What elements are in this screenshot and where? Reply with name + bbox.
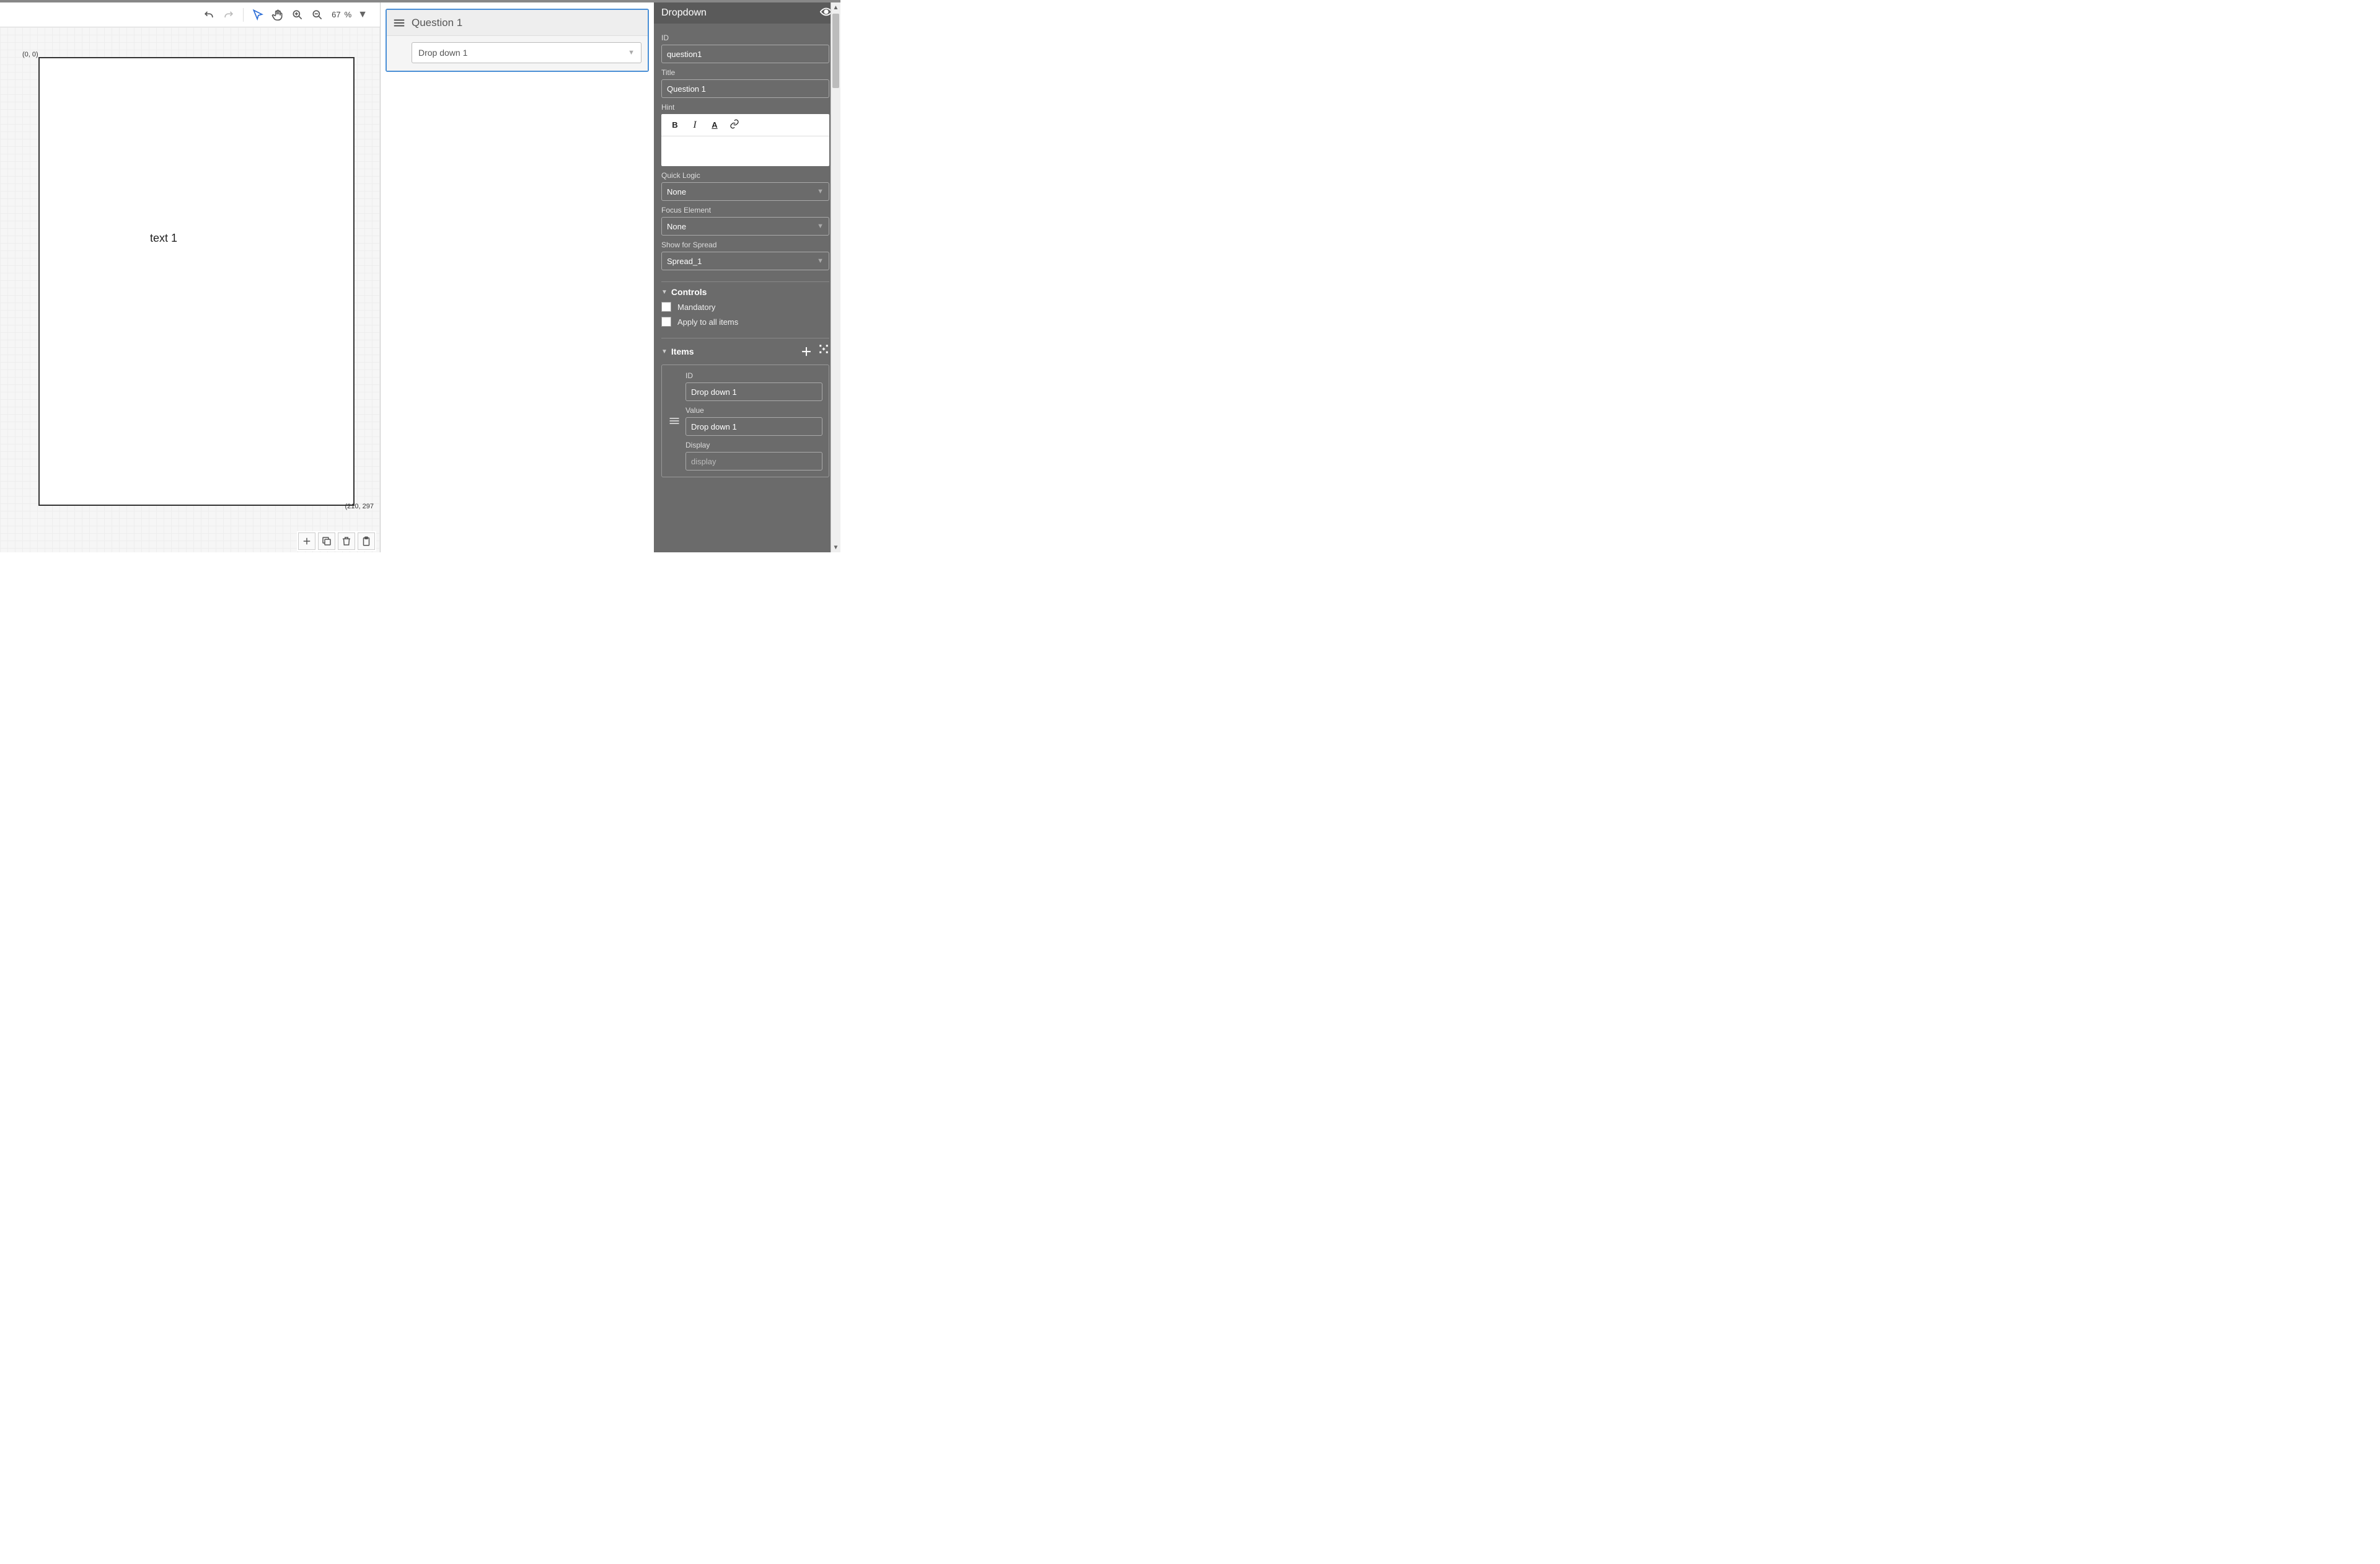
bottom-right-coord-label: (210, 297: [345, 503, 374, 510]
controls-header: Controls: [671, 287, 707, 297]
scrollbar-thumb[interactable]: [832, 14, 839, 88]
canvas-panel: 67 % ▼ (0, 0) text 1 (210, 297: [0, 2, 381, 552]
scroll-down-icon[interactable]: ▼: [831, 542, 840, 552]
bold-icon[interactable]: B: [669, 120, 681, 130]
link-icon[interactable]: [728, 119, 741, 131]
chevron-down-icon: ▼: [817, 223, 824, 230]
zoom-unit: %: [345, 10, 352, 19]
collapse-icon[interactable]: ▼: [661, 289, 668, 296]
item-card: ID Value Display: [661, 364, 829, 477]
hand-tool[interactable]: [270, 7, 286, 23]
canvas-bottom-actions: [297, 531, 376, 551]
canvas-page[interactable]: text 1: [38, 57, 355, 506]
focus-element-select[interactable]: None ▼: [661, 217, 829, 236]
italic-icon[interactable]: I: [689, 120, 701, 131]
hint-editor[interactable]: B I A: [661, 114, 829, 166]
id-label: ID: [661, 33, 829, 42]
item-display-input[interactable]: [685, 452, 822, 471]
zoom-value: 67: [332, 10, 340, 19]
hint-toolbar: B I A: [661, 114, 829, 136]
canvas-toolbar: 67 % ▼: [0, 2, 380, 27]
question-dropdown[interactable]: Drop down 1 ▼: [412, 42, 641, 63]
canvas-text-element[interactable]: text 1: [150, 232, 177, 245]
item-id-input[interactable]: [685, 382, 822, 401]
delete-page-button[interactable]: [338, 532, 355, 550]
question-list-panel: Question 1 Drop down 1 ▼: [381, 2, 654, 552]
chevron-down-icon: ▼: [817, 188, 824, 195]
question-title: Question 1: [412, 17, 462, 29]
item-value-input[interactable]: [685, 417, 822, 436]
mandatory-checkbox[interactable]: [661, 302, 671, 312]
add-multiple-items-icon[interactable]: [818, 343, 829, 360]
add-page-button[interactable]: [298, 532, 315, 550]
scroll-up-icon[interactable]: ▲: [831, 2, 840, 12]
question-header: Question 1: [387, 10, 648, 36]
controls-section: ▼ Controls Mandatory Apply to all items: [661, 281, 829, 327]
add-item-icon[interactable]: ＋: [801, 343, 812, 360]
hint-label: Hint: [661, 103, 829, 112]
properties-header: Dropdown: [654, 2, 840, 24]
items-section: ▼ Items ＋ ID: [661, 338, 829, 477]
pointer-tool[interactable]: [250, 7, 266, 23]
item-value-label: Value: [685, 406, 822, 415]
drag-handle-icon[interactable]: [387, 16, 412, 30]
font-color-icon[interactable]: A: [708, 120, 721, 130]
show-for-spread-label: Show for Spread: [661, 241, 829, 249]
quick-logic-value: None: [667, 187, 686, 197]
zoom-dropdown-caret[interactable]: ▼: [358, 9, 368, 20]
mandatory-label: Mandatory: [677, 303, 715, 312]
id-input[interactable]: [661, 45, 829, 63]
undo-button[interactable]: [201, 7, 217, 23]
question-dropdown-value: Drop down 1: [418, 48, 467, 58]
items-header: Items: [671, 347, 694, 356]
properties-panel: Dropdown ID Title Hint B I A: [654, 2, 840, 552]
title-input[interactable]: [661, 79, 829, 98]
collapse-icon[interactable]: ▼: [661, 348, 668, 355]
properties-title: Dropdown: [661, 7, 707, 19]
focus-element-value: None: [667, 222, 686, 231]
properties-scroll[interactable]: ID Title Hint B I A Quick Logic None ▼: [654, 24, 840, 552]
apply-all-label: Apply to all items: [677, 317, 738, 327]
item-drag-handle-icon[interactable]: [668, 371, 681, 471]
canvas-area[interactable]: (0, 0) text 1 (210, 297: [0, 27, 380, 552]
origin-coord-label: (0, 0): [22, 51, 38, 58]
quick-logic-label: Quick Logic: [661, 171, 829, 180]
chevron-down-icon: ▼: [817, 257, 824, 265]
question-card[interactable]: Question 1 Drop down 1 ▼: [386, 9, 649, 72]
focus-element-label: Focus Element: [661, 206, 829, 214]
paste-page-button[interactable]: [358, 532, 375, 550]
item-display-label: Display: [685, 441, 822, 449]
properties-scrollbar[interactable]: ▲ ▼: [831, 2, 840, 552]
zoom-out-button[interactable]: [309, 7, 325, 23]
apply-all-checkbox[interactable]: [661, 317, 671, 327]
title-label: Title: [661, 68, 829, 77]
copy-page-button[interactable]: [318, 532, 335, 550]
chevron-down-icon: ▼: [628, 49, 635, 56]
redo-button[interactable]: [221, 7, 237, 23]
item-id-label: ID: [685, 371, 822, 380]
show-for-spread-value: Spread_1: [667, 257, 702, 266]
show-for-spread-select[interactable]: Spread_1 ▼: [661, 252, 829, 270]
quick-logic-select[interactable]: None ▼: [661, 182, 829, 201]
zoom-in-button[interactable]: [289, 7, 306, 23]
